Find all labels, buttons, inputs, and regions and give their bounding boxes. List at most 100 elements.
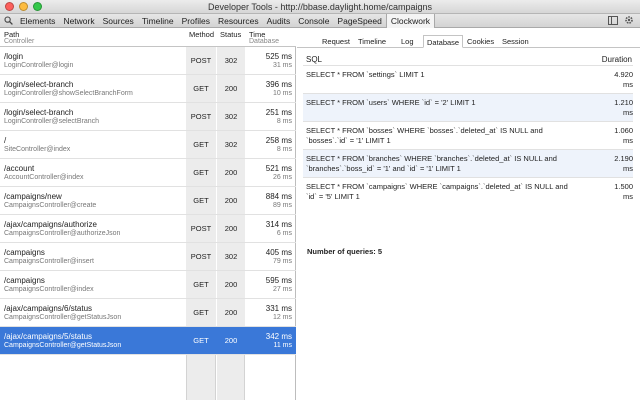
request-db-time: 27 ms	[272, 286, 292, 293]
gear-icon[interactable]	[624, 15, 634, 27]
tab-sources[interactable]: Sources	[99, 14, 138, 28]
request-path: /account	[4, 164, 35, 173]
request-path-cell: /login/select-branch LoginController@sele…	[4, 108, 184, 126]
request-status: 200	[224, 280, 238, 289]
request-controller: CampaignsController@index	[4, 286, 94, 293]
query-sql: SELECT * FROM `bosses` WHERE `bosses`.`d…	[306, 126, 543, 145]
dock-icon[interactable]	[608, 15, 618, 27]
request-row[interactable]: /login/select-branch LoginController@show…	[0, 75, 296, 103]
close-window-button[interactable]	[5, 2, 14, 11]
request-path: /ajax/campaigns/6/status	[4, 304, 93, 313]
request-row[interactable]: /ajax/campaigns/5/status CampaignsControl…	[0, 327, 296, 355]
time-column-header[interactable]: Time Database	[249, 31, 279, 45]
query-duration-cell: 1.500 ms	[583, 182, 633, 202]
request-path: /campaigns	[4, 248, 45, 257]
status-column-header[interactable]: Status	[220, 31, 241, 39]
query-duration-unit: ms	[623, 108, 633, 117]
query-sql: SELECT * FROM `branches` WHERE `branches…	[306, 154, 557, 173]
query-row: SELECT * FROM `bosses` WHERE `bosses`.`d…	[303, 121, 633, 149]
request-method: GET	[193, 308, 209, 317]
request-status: 302	[224, 140, 238, 149]
request-time: 331 ms	[265, 304, 292, 313]
request-row[interactable]: /login/select-branch LoginController@sele…	[0, 103, 296, 131]
tab-log[interactable]: Log	[398, 35, 417, 48]
query-duration-cell: 1.210 ms	[583, 98, 633, 118]
query-duration-unit: ms	[623, 164, 633, 173]
tab-clockwork[interactable]: Clockwork	[385, 13, 436, 28]
request-method: POST	[190, 56, 212, 65]
request-row[interactable]: /account AccountController@index GET 200 521…	[0, 159, 296, 187]
search-icon[interactable]	[0, 14, 16, 28]
request-path-cell: /account AccountController@index	[4, 164, 184, 182]
path-column-header[interactable]: Path Controller	[4, 31, 34, 45]
window-controls	[5, 2, 42, 11]
request-status: 302	[224, 112, 238, 121]
query-duration-unit: ms	[623, 192, 633, 201]
tab-pagespeed[interactable]: PageSpeed	[333, 14, 385, 28]
zoom-window-button[interactable]	[33, 2, 42, 11]
duration-column-header: Duration	[601, 55, 632, 64]
tab-profiles[interactable]: Profiles	[178, 14, 214, 28]
request-path-cell: /ajax/campaigns/6/status CampaignsControl…	[4, 304, 184, 322]
request-time: 258 ms	[265, 136, 292, 145]
request-path: /login	[4, 52, 24, 61]
request-time-cell: 331 ms 12 ms	[246, 304, 292, 322]
tab-elements[interactable]: Elements	[16, 14, 59, 28]
request-controller: CampaignsController@authorizeJson	[4, 230, 121, 237]
request-status: 200	[224, 308, 238, 317]
tab-audits[interactable]: Audits	[263, 14, 295, 28]
request-status: 200	[224, 196, 238, 205]
request-row[interactable]: /ajax/campaigns/authorize CampaignsContro…	[0, 215, 296, 243]
request-path: /login/select-branch	[4, 108, 74, 117]
request-method: GET	[193, 280, 209, 289]
request-time-cell: 314 ms 6 ms	[246, 220, 292, 238]
request-db-time: 6 ms	[276, 230, 292, 237]
request-time: 595 ms	[265, 276, 292, 285]
request-method: POST	[190, 252, 212, 261]
request-row[interactable]: /campaigns/new CampaignsController@create…	[0, 187, 296, 215]
tab-console[interactable]: Console	[294, 14, 333, 28]
request-path: /ajax/campaigns/authorize	[4, 220, 97, 229]
request-db-time: 79 ms	[272, 258, 292, 265]
request-db-time: 10 ms	[272, 90, 292, 97]
request-time: 251 ms	[265, 108, 292, 117]
request-path-cell: /login LoginController@login	[4, 52, 184, 70]
query-duration-cell: 4.920 ms	[583, 70, 633, 90]
request-time: 884 ms	[265, 192, 292, 201]
tab-request[interactable]: Request	[319, 35, 353, 48]
tab-database[interactable]: Database	[423, 35, 464, 48]
request-path: /login/select-branch	[4, 80, 74, 89]
request-row[interactable]: /campaigns CampaignsController@index GET 20…	[0, 271, 296, 299]
request-method: POST	[190, 112, 212, 121]
tab-network[interactable]: Network	[59, 14, 98, 28]
tab-detail-timeline[interactable]: Timeline	[355, 35, 389, 48]
query-duration: 2.190	[614, 154, 633, 163]
request-time: 396 ms	[265, 80, 292, 89]
method-column-header[interactable]: Method	[189, 31, 214, 39]
request-controller: CampaignsController@create	[4, 202, 97, 209]
request-time-cell: 251 ms 8 ms	[246, 108, 292, 126]
request-detail-panel: Request Timeline Log Database Cookies Se…	[297, 28, 640, 400]
request-controller: AccountController@index	[4, 174, 84, 181]
tab-timeline[interactable]: Timeline	[138, 14, 178, 28]
request-row[interactable]: /login LoginController@login POST 302 525 ms…	[0, 47, 296, 75]
request-row[interactable]: /campaigns CampaignsController@insert POST…	[0, 243, 296, 271]
request-row[interactable]: / SiteController@index GET 302 258 ms 8 ms	[0, 131, 296, 159]
minimize-window-button[interactable]	[19, 2, 28, 11]
request-db-time: 11 ms	[273, 342, 292, 349]
request-controller: LoginController@login	[4, 62, 74, 69]
request-row[interactable]: /ajax/campaigns/6/status CampaignsControl…	[0, 299, 296, 327]
request-status: 200	[224, 224, 238, 233]
query-duration-cell: 2.190 ms	[583, 154, 633, 174]
request-db-time: 8 ms	[276, 118, 292, 125]
query-count: Number of queries: 5	[307, 247, 383, 256]
query-sql: SELECT * FROM `users` WHERE `id` = '2' L…	[306, 98, 476, 107]
request-time-cell: 405 ms 79 ms	[246, 248, 292, 266]
request-time: 405 ms	[265, 248, 292, 257]
request-time: 342 ms	[265, 332, 292, 341]
tab-resources[interactable]: Resources	[214, 14, 263, 28]
request-method: POST	[190, 224, 212, 233]
request-path-cell: /ajax/campaigns/5/status CampaignsControl…	[4, 332, 184, 350]
tab-cookies[interactable]: Cookies	[464, 35, 497, 48]
tab-session[interactable]: Session	[499, 35, 532, 48]
